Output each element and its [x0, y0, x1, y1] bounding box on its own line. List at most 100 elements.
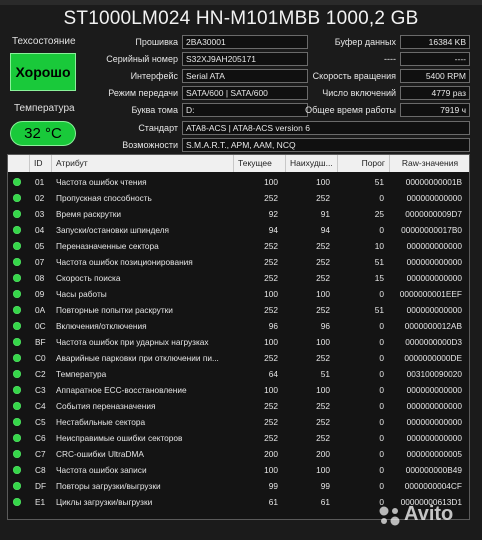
- table-row[interactable]: C4 События переназначения 252 252 0 000000000…: [8, 398, 469, 414]
- cell-id: 0A: [35, 305, 46, 315]
- table-row[interactable]: 0C Включения/отключения 96 96 0 0000000012AB: [8, 318, 469, 334]
- transfer-mode-value: SATA/600 | SATA/600: [182, 86, 308, 100]
- cell-attribute: Скорость поиска: [56, 273, 121, 283]
- cell-id: C8: [35, 465, 46, 475]
- header-worst[interactable]: Наихудш...: [286, 155, 338, 172]
- cell-current: 100: [264, 289, 278, 299]
- table-row[interactable]: C7 CRC-ошибки UltraDMA 200 200 0 000000000005: [8, 446, 469, 462]
- cell-raw: 000000000000: [406, 193, 462, 203]
- cell-attribute: Пропускная способность: [56, 193, 152, 203]
- status-ok-icon: [13, 306, 21, 314]
- cell-current: 252: [264, 353, 278, 363]
- cell-threshold: 0: [379, 401, 384, 411]
- cell-threshold: 0: [379, 225, 384, 235]
- cell-raw: 000000000000: [406, 305, 462, 315]
- header-id[interactable]: ID: [30, 155, 52, 172]
- cell-threshold: 0: [379, 385, 384, 395]
- cell-current: 100: [264, 337, 278, 347]
- table-row[interactable]: 02 Пропускная способность 252 252 0 000000000…: [8, 190, 469, 206]
- table-row[interactable]: 07 Частота ошибок позиционирования 252 252 5…: [8, 254, 469, 270]
- cell-worst: 99: [320, 481, 330, 491]
- cell-id: C7: [35, 449, 46, 459]
- header-threshold[interactable]: Порог: [338, 155, 390, 172]
- cell-worst: 252: [316, 257, 330, 267]
- cell-attribute: Частота ошибок записи: [56, 465, 147, 475]
- serial-value: S32XJ9AH205171: [182, 52, 308, 66]
- table-row[interactable]: BF Частота ошибок при ударных нагрузках 10…: [8, 334, 469, 350]
- status-ok-icon: [13, 274, 21, 282]
- header-current[interactable]: Текущее: [234, 155, 286, 172]
- cell-raw: 0000000004CF: [404, 481, 462, 491]
- cell-worst: 252: [316, 353, 330, 363]
- cell-attribute: Аппаратное ECC-восстановление: [56, 385, 187, 395]
- table-row[interactable]: C5 Нестабильные сектора 252 252 0 00000000000…: [8, 414, 469, 430]
- header-status[interactable]: [8, 155, 30, 172]
- cell-worst: 91: [320, 209, 330, 219]
- cell-worst: 252: [316, 273, 330, 283]
- header-attribute[interactable]: Атрибут: [52, 155, 234, 172]
- cell-current: 96: [268, 321, 278, 331]
- buffer-label: Буфер данных: [334, 37, 396, 47]
- table-row[interactable]: 09 Часы работы 100 100 0 0000000001EEF: [8, 286, 469, 302]
- drive-title[interactable]: ST1000LM024 HN-M101MBB 1000,2 GB: [0, 8, 482, 30]
- cell-threshold: 51: [374, 305, 384, 315]
- interface-value: Serial ATA: [182, 69, 308, 83]
- status-ok-icon: [13, 386, 21, 394]
- cell-id: 09: [35, 289, 45, 299]
- table-row[interactable]: 0A Повторные попытки раскрутки 252 252 51 000…: [8, 302, 469, 318]
- table-row[interactable]: C0 Аварийные парковки при отключении пи..…: [8, 350, 469, 366]
- table-row[interactable]: 08 Скорость поиска 252 252 15 000000000000: [8, 270, 469, 286]
- cell-raw: 000000000B49: [405, 465, 462, 475]
- health-status-badge[interactable]: Хорошо: [10, 53, 76, 91]
- status-ok-icon: [13, 466, 21, 474]
- cell-threshold: 0: [379, 289, 384, 299]
- status-ok-icon: [13, 418, 21, 426]
- cell-worst: 252: [316, 417, 330, 427]
- buffer-value: 16384 KB: [400, 35, 470, 49]
- cell-raw: 00000000017B0: [401, 225, 462, 235]
- status-ok-icon: [13, 242, 21, 250]
- standard-label: Стандарт: [138, 123, 178, 133]
- cell-attribute: Частота ошибок при ударных нагрузках: [56, 337, 209, 347]
- cell-raw: 000000000000: [406, 241, 462, 251]
- power-on-count-value: 4779 раз: [400, 86, 470, 100]
- cell-threshold: 0: [379, 481, 384, 491]
- cell-attribute: Повторные попытки раскрутки: [56, 305, 173, 315]
- table-row[interactable]: DF Повторы загрузки/выгрузки 99 99 0 00000000…: [8, 478, 469, 494]
- table-row[interactable]: 01 Частота ошибок чтения 100 100 51 000000000…: [8, 174, 469, 190]
- table-row[interactable]: C3 Аппаратное ECC-восстановление 100 100 0 00…: [8, 382, 469, 398]
- nv-cache-label: ----: [384, 54, 396, 64]
- cell-attribute: Нестабильные сектора: [56, 417, 146, 427]
- cell-worst: 100: [316, 465, 330, 475]
- cell-worst: 200: [316, 449, 330, 459]
- cell-raw: 0000000009D7: [405, 209, 462, 219]
- table-row[interactable]: 04 Запуски/остановки шпинделя 94 94 0 0000000…: [8, 222, 469, 238]
- cell-raw: 0000000012AB: [404, 321, 462, 331]
- avito-logo-icon: [379, 506, 400, 526]
- cell-attribute: Повторы загрузки/выгрузки: [56, 481, 161, 491]
- table-row[interactable]: C6 Неисправимые ошибки секторов 252 252 0 000…: [8, 430, 469, 446]
- cell-worst: 51: [320, 369, 330, 379]
- table-row[interactable]: C8 Частота ошибок записи 100 100 0 000000000B…: [8, 462, 469, 478]
- cell-id: 04: [35, 225, 45, 235]
- status-ok-icon: [13, 258, 21, 266]
- table-row[interactable]: 03 Время раскрутки 92 91 25 0000000009D7: [8, 206, 469, 222]
- cell-threshold: 15: [374, 273, 384, 283]
- temperature-badge[interactable]: 32 °C: [10, 121, 76, 146]
- cell-current: 61: [268, 497, 278, 507]
- cell-threshold: 0: [379, 449, 384, 459]
- table-row[interactable]: C2 Температура 64 51 0 003100090020: [8, 366, 469, 382]
- status-ok-icon: [13, 498, 21, 506]
- cell-raw: 0000000000D3: [405, 337, 462, 347]
- cell-id: 05: [35, 241, 45, 251]
- header-raw-values[interactable]: Raw-значения: [390, 155, 469, 172]
- features-label: Возможности: [122, 140, 178, 150]
- table-row[interactable]: 05 Переназначенные сектора 252 252 10 0000000…: [8, 238, 469, 254]
- top-strip: [0, 0, 482, 5]
- status-ok-icon: [13, 482, 21, 490]
- smart-attributes-table[interactable]: ID Атрибут Текущее Наихудш... Порог Raw-…: [7, 154, 470, 520]
- power-on-hours-value: 7919 ч: [400, 103, 470, 117]
- features-value: S.M.A.R.T., APM, AAM, NCQ: [182, 138, 470, 152]
- avito-watermark: Avito: [404, 503, 454, 525]
- cell-attribute: Часы работы: [56, 289, 107, 299]
